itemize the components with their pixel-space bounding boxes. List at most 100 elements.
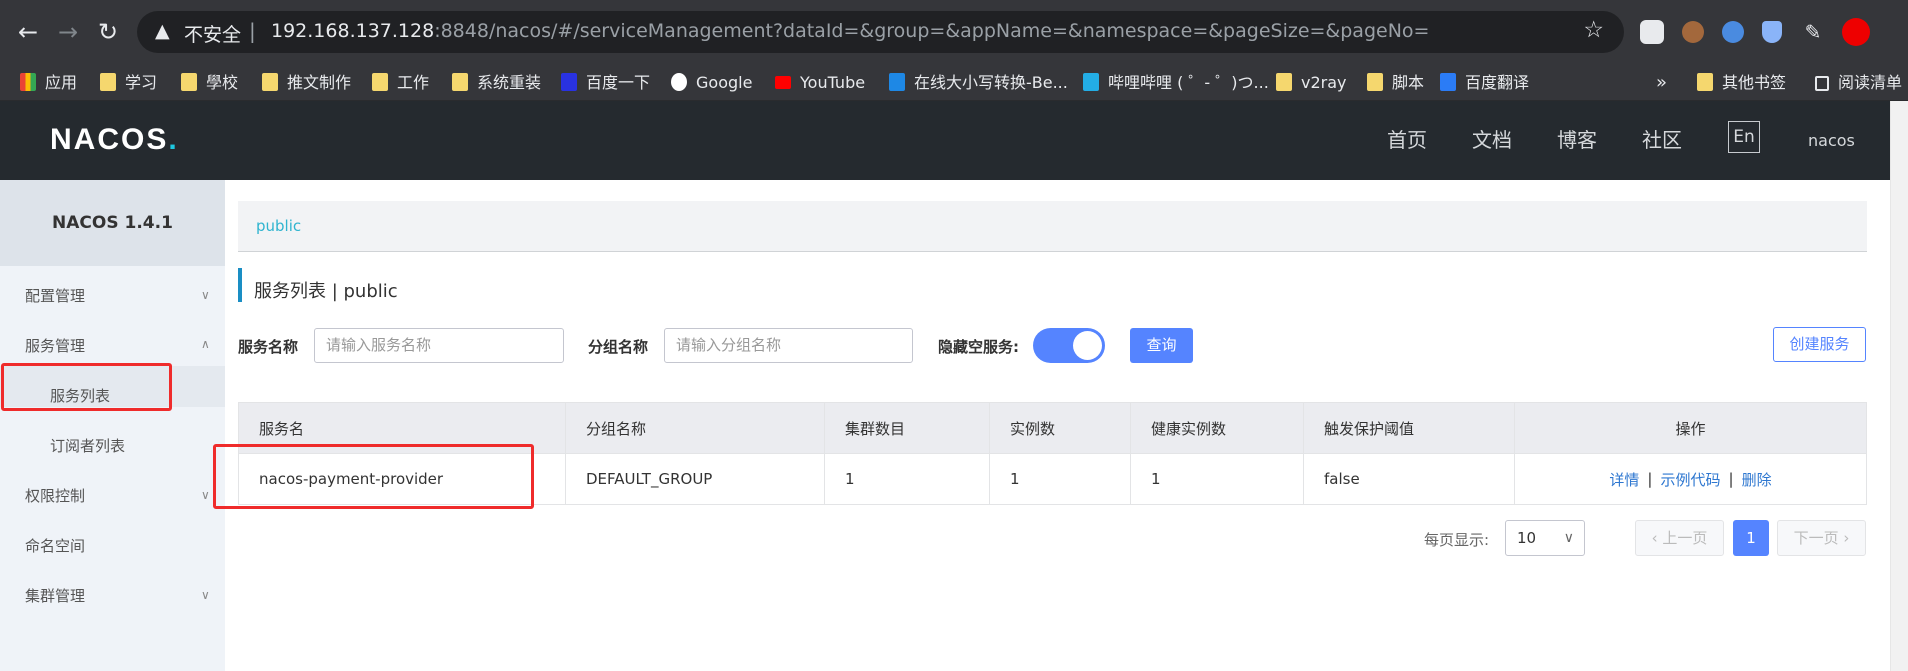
bookmark-folder[interactable]: 學校 [181, 64, 238, 101]
highlight-box-service-list [1, 363, 172, 411]
reading-list-icon [1815, 76, 1829, 91]
extension-icon[interactable] [1640, 20, 1664, 44]
extension-icon[interactable] [1682, 21, 1704, 43]
chevron-left-icon: ‹ [1651, 529, 1663, 547]
col-actions: 操作 [1675, 419, 1706, 438]
page-size-select[interactable]: 10 ∨ [1505, 520, 1585, 556]
cell-group-name: DEFAULT_GROUP [566, 454, 825, 504]
query-button[interactable]: 查询 [1130, 328, 1193, 363]
bookmark-bilibili[interactable]: 哔哩哔哩 ( ゜- ゜)つ... [1083, 64, 1269, 101]
puzzle-icon[interactable]: ✎ [1795, 14, 1831, 50]
bookmark-case-convert[interactable]: 在线大小写转换-Be... [889, 64, 1068, 101]
other-bookmarks[interactable]: 其他书签 [1697, 64, 1786, 101]
cell-cluster-count: 1 [825, 454, 990, 504]
bookmark-google[interactable]: Google [671, 64, 752, 101]
bookmark-folder[interactable]: 脚本 [1367, 64, 1424, 101]
bookmark-apps[interactable]: 应用 [20, 64, 77, 101]
bookmark-baidu[interactable]: 百度一下 [561, 64, 650, 101]
youtube-icon [775, 76, 791, 89]
reload-icon[interactable]: ↻ [90, 14, 126, 50]
cell-healthy-count: 1 [1131, 454, 1304, 504]
chevron-down-icon[interactable]: ∨ [201, 488, 210, 502]
sidebar-item-subscribers[interactable]: 订阅者列表 [50, 435, 125, 456]
col-protect-threshold: 触发保护阈值 [1304, 403, 1515, 453]
create-service-button[interactable]: 创建服务 [1773, 327, 1866, 362]
group-name-label: 分组名称 [588, 338, 649, 356]
chevron-right-icon: › [1838, 529, 1850, 547]
bookmarks-bar: 应用 学习 學校 推文制作 工作 系统重装 百度一下 Google YouTub… [0, 64, 1908, 101]
bookmark-folder[interactable]: 系统重装 [452, 64, 541, 101]
page-title: 服务列表 | public [254, 281, 398, 302]
chevron-up-icon[interactable]: ∧ [201, 337, 210, 351]
sidebar-item-cluster[interactable]: 集群管理 [25, 585, 85, 606]
sample-code-link[interactable]: 示例代码 [1660, 469, 1720, 490]
insecure-label: 不安全 [184, 24, 242, 46]
chevron-down-icon[interactable]: ∨ [201, 588, 210, 602]
highlight-box-service-name [213, 444, 534, 509]
bookmark-baidu-translate[interactable]: 百度翻译 [1440, 64, 1529, 101]
folder-icon [262, 73, 278, 91]
hide-empty-label: 隐藏空服务: [938, 338, 1019, 356]
nacos-logo[interactable]: NACOS. [50, 123, 179, 157]
page-size-value: 10 [1517, 529, 1537, 547]
sidebar: NACOS 1.4.1 配置管理 ∨ 服务管理 ∧ 服务列表 订阅者列表 权限控… [0, 180, 225, 671]
cell-actions: 详情 | 示例代码 | 删除 [1515, 454, 1866, 504]
nav-blog[interactable]: 博客 [1557, 101, 1597, 180]
delete-link[interactable]: 删除 [1742, 469, 1772, 490]
folder-icon [1367, 73, 1383, 91]
sidebar-item-namespace[interactable]: 命名空间 [25, 535, 85, 556]
bookmark-youtube[interactable]: YouTube [775, 64, 865, 101]
folder-icon [372, 73, 388, 91]
back-icon[interactable]: ← [10, 14, 46, 50]
namespace-tag-public[interactable]: public [256, 217, 301, 235]
url-separator: | [249, 19, 256, 43]
bookmark-folder[interactable]: 推文制作 [262, 64, 351, 101]
action-divider: | [1728, 470, 1734, 488]
bookmark-folder[interactable]: 工作 [372, 64, 429, 101]
detail-link[interactable]: 详情 [1609, 469, 1639, 490]
col-healthy-count: 健康实例数 [1131, 403, 1304, 453]
nav-community[interactable]: 社区 [1642, 101, 1682, 180]
hide-empty-toggle[interactable] [1033, 328, 1105, 363]
sidebar-item-config[interactable]: 配置管理 [25, 285, 85, 306]
folder-icon [1697, 73, 1713, 91]
prev-page-button[interactable]: ‹ 上一页 [1635, 520, 1724, 556]
url-text[interactable]: 192.168.137.128:8848/nacos/#/serviceMana… [271, 20, 1429, 42]
page-scrollbar[interactable] [1890, 101, 1908, 671]
folder-icon [181, 73, 197, 91]
bookmark-star-icon[interactable]: ☆ [1583, 17, 1604, 43]
extension-icon[interactable] [1722, 21, 1744, 43]
col-cluster-count: 集群数目 [825, 403, 990, 453]
folder-icon [100, 73, 116, 91]
warning-icon: ▲ [155, 20, 170, 42]
sidebar-item-service[interactable]: 服务管理 [25, 335, 85, 356]
shield-icon[interactable] [1762, 21, 1782, 43]
col-instance-count: 实例数 [990, 403, 1131, 453]
group-name-input[interactable]: 请输入分组名称 [664, 328, 913, 363]
reading-list[interactable]: 阅读清单 [1815, 64, 1902, 101]
profile-avatar[interactable] [1842, 18, 1870, 46]
translate-icon [1440, 73, 1456, 91]
nav-home[interactable]: 首页 [1387, 101, 1427, 180]
sidebar-item-auth[interactable]: 权限控制 [25, 485, 85, 506]
bookmark-folder[interactable]: v2ray [1276, 64, 1347, 101]
cell-instance-count: 1 [990, 454, 1131, 504]
bookmark-folder[interactable]: 学习 [100, 64, 157, 101]
language-toggle[interactable]: En [1728, 121, 1760, 153]
next-page-button[interactable]: 下一页 › [1777, 520, 1866, 556]
bilibili-icon [1083, 73, 1099, 91]
service-name-input[interactable]: 请输入服务名称 [314, 328, 564, 363]
folder-icon [1276, 73, 1292, 91]
address-bar[interactable]: ▲ 不安全 | 192.168.137.128:8848/nacos/#/ser… [137, 11, 1624, 53]
user-menu[interactable]: nacos [1808, 101, 1855, 180]
toggle-knob [1073, 331, 1102, 360]
folder-icon [452, 73, 468, 91]
bookmarks-overflow[interactable]: » [1656, 64, 1667, 101]
forward-icon[interactable]: → [50, 14, 86, 50]
action-divider: | [1647, 470, 1653, 488]
page-size-label: 每页显示: [1424, 531, 1490, 549]
chevron-down-icon[interactable]: ∨ [201, 288, 210, 302]
namespace-bar: public [238, 201, 1867, 252]
page-1-button[interactable]: 1 [1733, 520, 1769, 556]
nav-docs[interactable]: 文档 [1472, 101, 1512, 180]
